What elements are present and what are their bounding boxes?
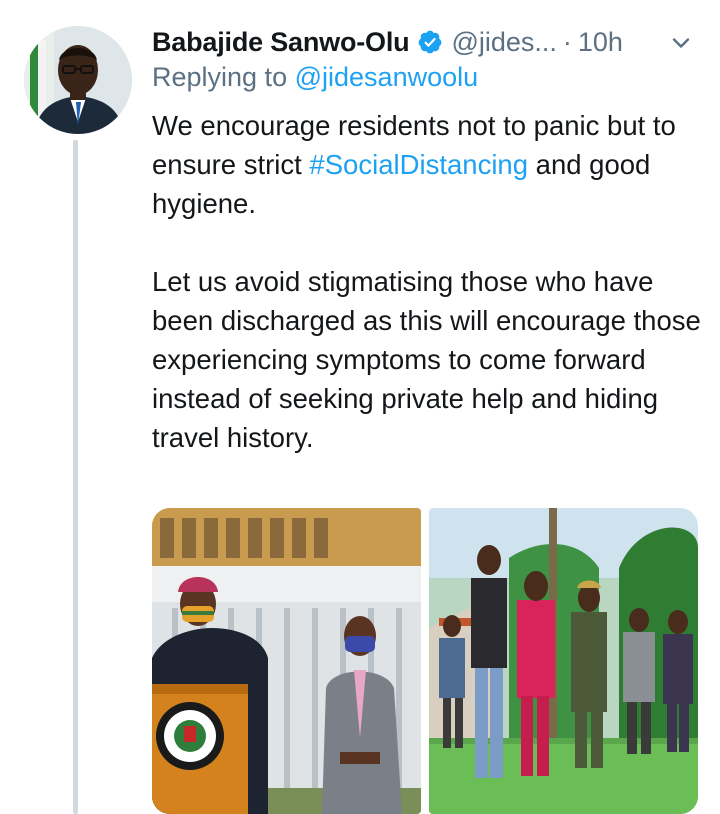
author-name[interactable]: Babajide Sanwo-Olu xyxy=(152,27,410,58)
tweet-text: We encourage residents not to panic but … xyxy=(152,106,708,457)
media-grid xyxy=(152,508,698,814)
chevron-down-icon[interactable] xyxy=(668,30,694,56)
header-separator: · xyxy=(562,26,572,57)
tweet-paragraph-1: We encourage residents not to panic but … xyxy=(152,106,708,223)
tweet-timestamp[interactable]: 10h xyxy=(578,27,623,58)
verified-badge-icon xyxy=(417,29,443,55)
author-handle[interactable]: @jides... xyxy=(451,27,556,58)
tweet-paragraph-2: Let us avoid stigmatising those who have… xyxy=(152,266,701,453)
reply-handle-link[interactable]: @jidesanwoolu xyxy=(295,62,479,92)
thread-connector-line xyxy=(73,140,78,814)
hashtag-link[interactable]: #SocialDistancing xyxy=(309,149,528,180)
tweet-header: Babajide Sanwo-Olu @jides... · 10h xyxy=(152,24,700,60)
reply-prefix: Replying to xyxy=(152,62,288,92)
photo-officials-standing[interactable] xyxy=(429,508,698,814)
photo-governor-at-podium[interactable] xyxy=(152,508,421,814)
avatar[interactable] xyxy=(24,26,132,134)
replying-to-line: Replying to @jidesanwoolu xyxy=(152,62,478,93)
